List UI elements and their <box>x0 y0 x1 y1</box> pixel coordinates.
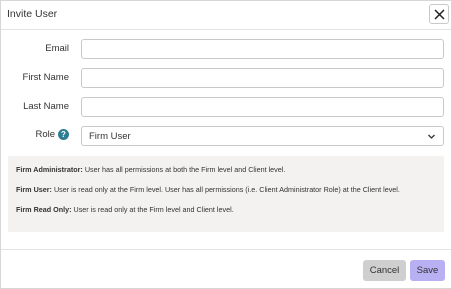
role-row: Role ? Firm User <box>1 126 452 146</box>
first-name-field[interactable] <box>81 68 444 88</box>
info-term: Firm Read Only: <box>16 205 72 214</box>
role-select[interactable]: Firm User <box>81 126 444 146</box>
info-item-firm-user: Firm User: User is read only at the Firm… <box>16 185 436 194</box>
email-label: Email <box>45 43 69 54</box>
first-name-row: First Name <box>1 68 452 88</box>
chevron-down-icon <box>428 134 435 139</box>
info-item-firm-read-only: Firm Read Only: User is read only at the… <box>16 205 436 214</box>
info-description: User is read only at the Firm level and … <box>71 205 234 214</box>
dialog-header: Invite User <box>1 1 451 30</box>
info-item-firm-administrator: Firm Administrator: User has all permiss… <box>16 165 436 174</box>
first-name-label: First Name <box>22 72 69 83</box>
dialog-title: Invite User <box>7 8 58 20</box>
role-label-group: Role ? <box>35 129 69 140</box>
last-name-field[interactable] <box>81 97 444 117</box>
dialog-footer: Cancel Save <box>1 249 451 289</box>
email-row: Email <box>1 39 452 59</box>
last-name-label: Last Name <box>23 101 69 112</box>
close-icon <box>433 8 445 20</box>
cancel-button[interactable]: Cancel <box>363 260 406 281</box>
close-button[interactable] <box>429 4 449 24</box>
role-selected-value: Firm User <box>89 131 131 142</box>
role-label: Role <box>35 129 55 140</box>
info-term: Firm User: <box>16 185 52 194</box>
role-info-panel: Firm Administrator: User has all permiss… <box>8 156 444 232</box>
email-field[interactable] <box>81 39 444 59</box>
info-term: Firm Administrator: <box>16 165 83 174</box>
save-button[interactable]: Save <box>410 260 445 281</box>
last-name-row: Last Name <box>1 97 452 117</box>
info-description: User is read only at the Firm level. Use… <box>51 185 400 194</box>
invite-user-dialog: Invite User Email First Name Last Name R… <box>0 0 452 289</box>
help-icon[interactable]: ? <box>58 129 69 140</box>
info-description: User has all permissions at both the Fir… <box>82 165 286 174</box>
